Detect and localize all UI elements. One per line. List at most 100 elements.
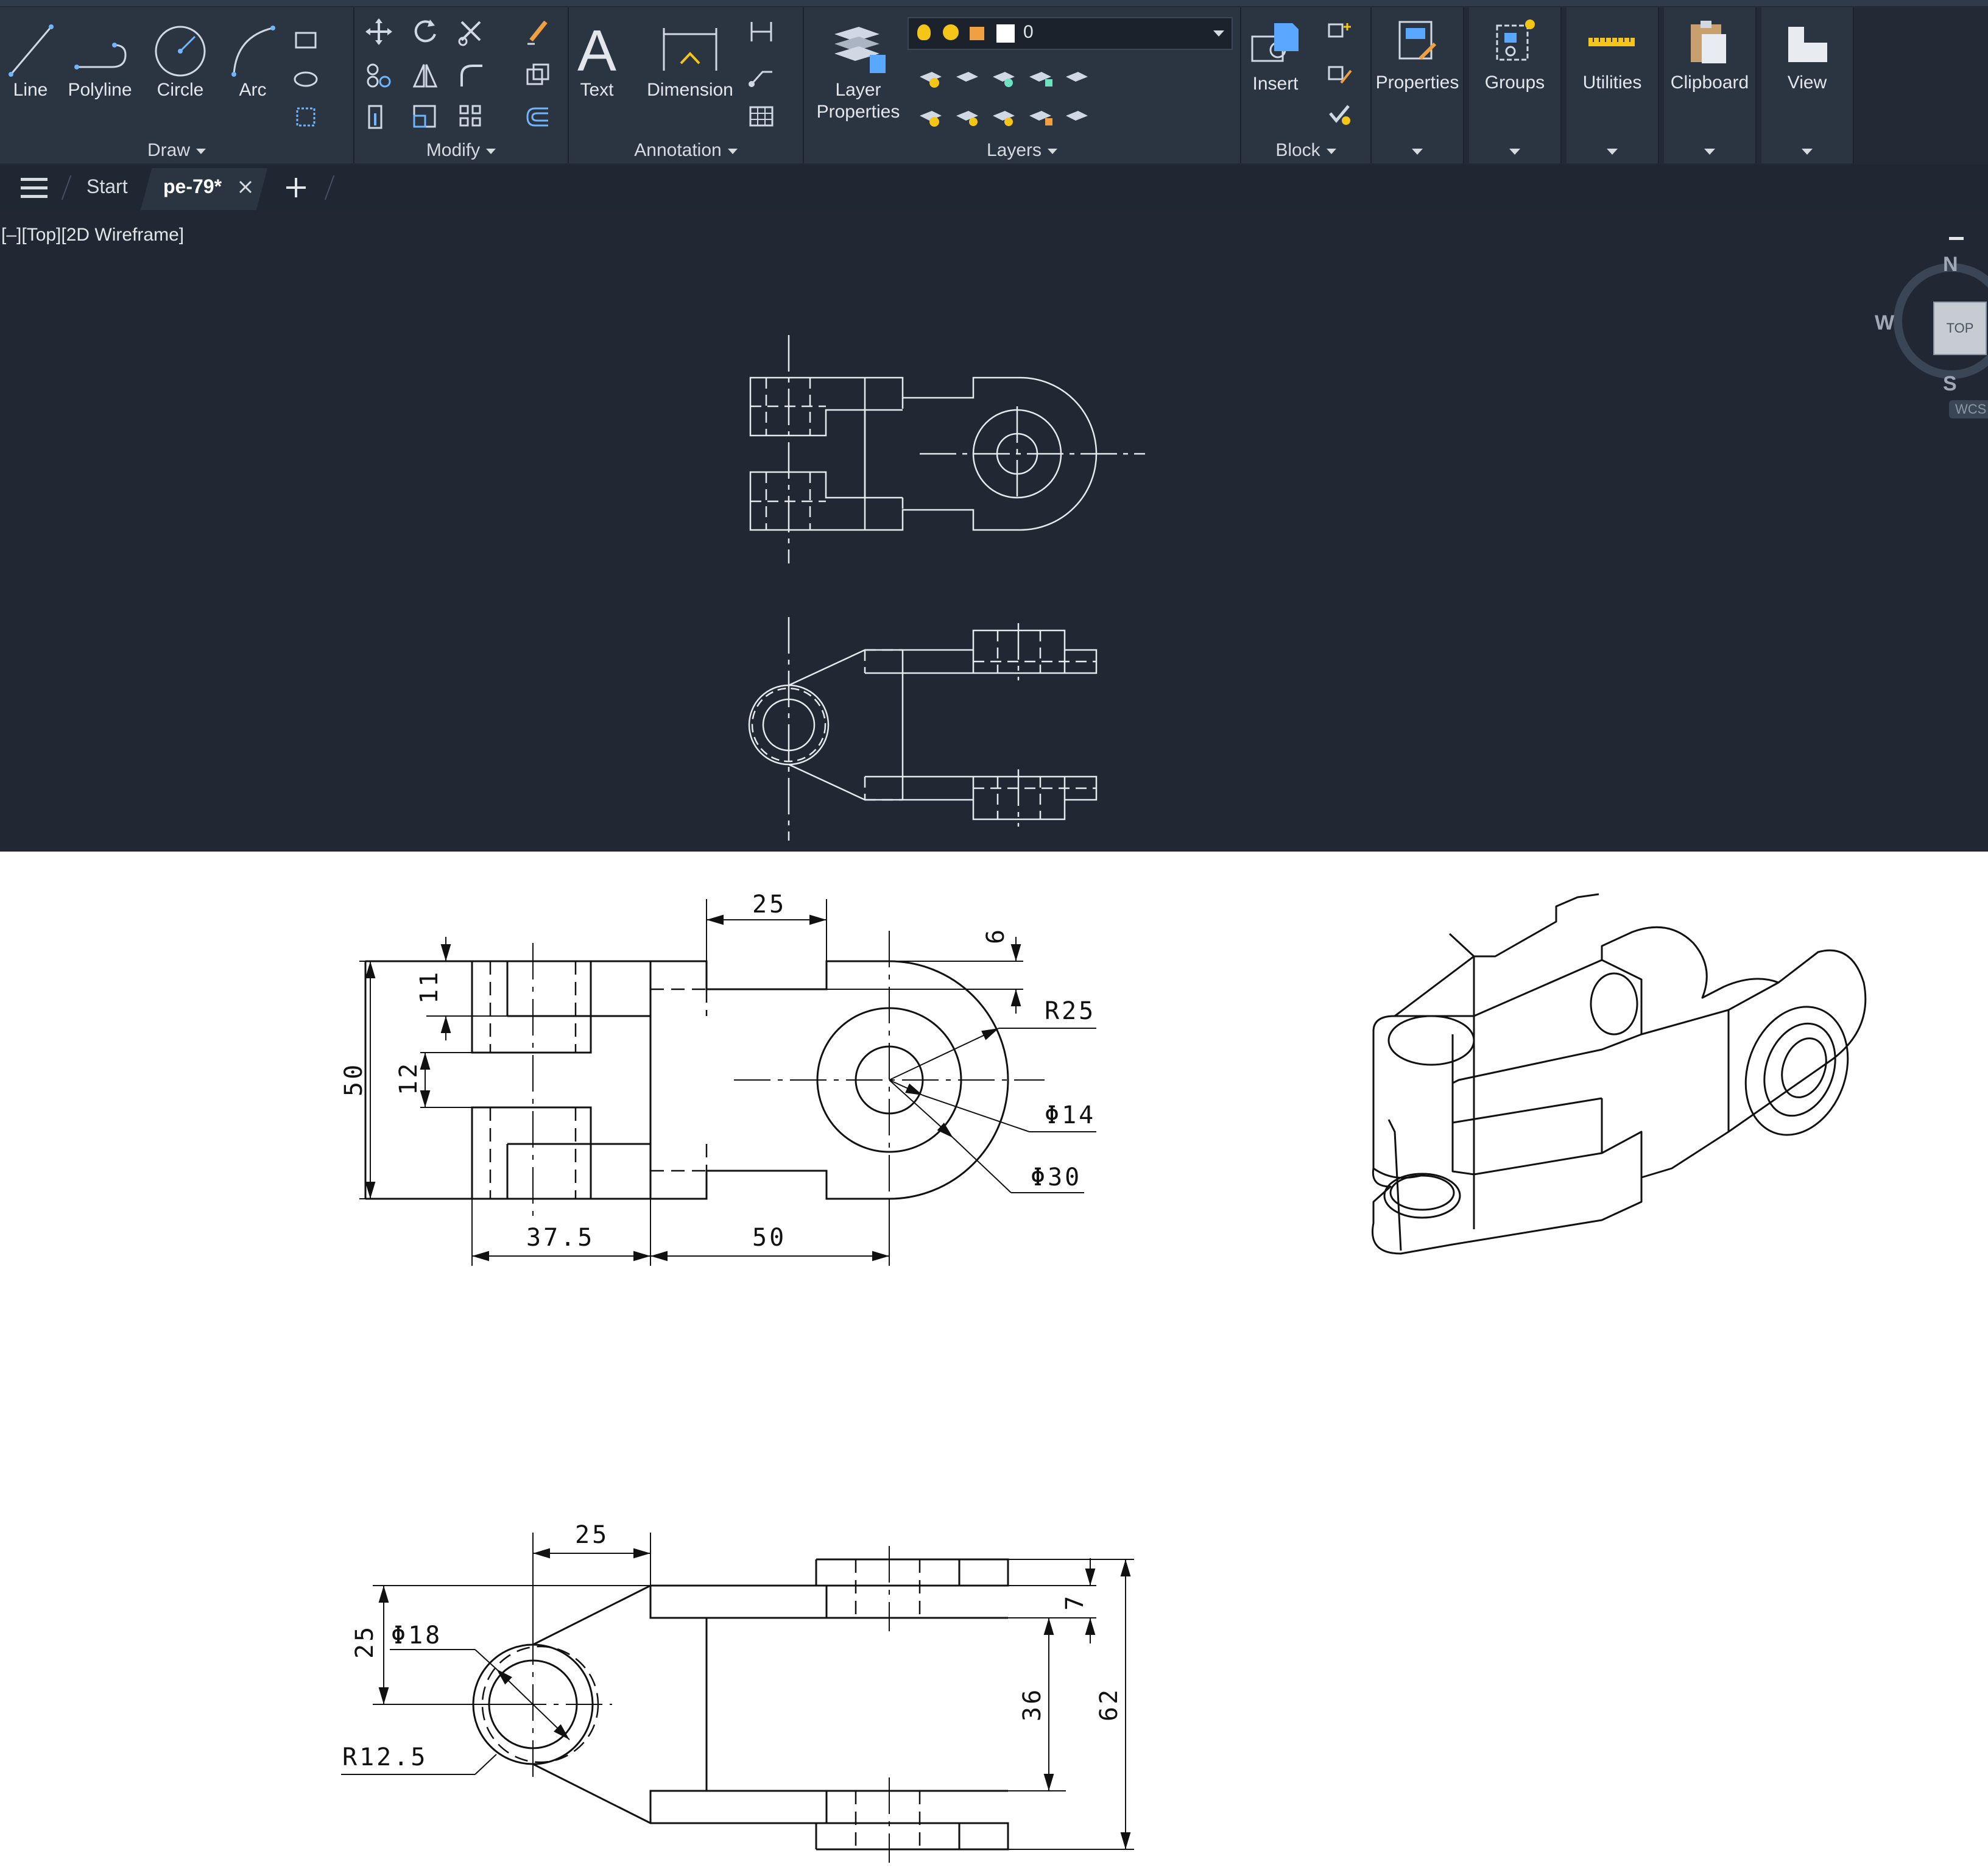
- cad-front-view: [748, 617, 1098, 841]
- circle-label: Circle: [157, 80, 204, 100]
- block-panel-title[interactable]: Block: [1241, 140, 1370, 161]
- layer-dropdown[interactable]: 0: [908, 17, 1233, 50]
- close-icon[interactable]: [236, 178, 255, 196]
- compass-west[interactable]: W: [1875, 311, 1894, 335]
- viewcube-top-label: TOP: [1946, 320, 1974, 336]
- stretch-icon[interactable]: [363, 101, 395, 133]
- modify-panel-title[interactable]: Modify: [354, 140, 568, 161]
- array-icon[interactable]: [456, 101, 487, 133]
- clipboard-tool[interactable]: Clipboard: [1664, 13, 1755, 94]
- scale-icon[interactable]: [409, 101, 441, 133]
- view-tool[interactable]: View: [1761, 13, 1853, 94]
- layer-tools-icons-2: [920, 111, 1088, 127]
- tab-start[interactable]: Start: [86, 175, 128, 198]
- dim-7: 7: [1061, 1593, 1089, 1611]
- ruler-icon: [1588, 38, 1635, 46]
- reference-drawing-area: 25 6 R25 11 12 50 Φ14 Φ30 37.5 50 25 25 …: [0, 852, 1988, 1864]
- linear-dimension-icon[interactable]: [745, 16, 777, 48]
- block-attributes-icon[interactable]: [1324, 99, 1356, 130]
- arc-label: Arc: [239, 80, 267, 100]
- modify-panel: Modify: [354, 7, 569, 163]
- layers-panel-title[interactable]: Layers: [804, 140, 1240, 161]
- dim-25-front-horizontal: 25: [575, 1521, 609, 1549]
- text-tool[interactable]: A Text: [573, 16, 621, 101]
- new-tab-plus-icon[interactable]: [284, 175, 308, 200]
- rectangle-icon[interactable]: [291, 24, 323, 56]
- move-icon[interactable]: [363, 16, 395, 48]
- layer-properties-tool[interactable]: Layer Properties: [812, 16, 904, 123]
- edit-block-icon[interactable]: [1324, 58, 1356, 90]
- explode-icon[interactable]: [523, 60, 554, 91]
- insert-tool[interactable]: Insert: [1244, 15, 1307, 95]
- view-label: View: [1787, 72, 1827, 93]
- hatch-icon[interactable]: [291, 101, 323, 133]
- draw-panel-title[interactable]: Draw: [0, 140, 353, 161]
- tab-drawing[interactable]: pe-79*: [163, 175, 222, 198]
- arc-icon: [231, 26, 275, 77]
- dimension-tool[interactable]: Dimension: [644, 16, 736, 101]
- groups-icon: [1496, 19, 1535, 61]
- layer-tools-icons-1: [920, 72, 1088, 88]
- insert-label: Insert: [1252, 74, 1299, 94]
- groups-label: Groups: [1484, 72, 1545, 93]
- erase-icon[interactable]: [523, 16, 554, 48]
- chevron-down-icon: [1607, 149, 1618, 155]
- leader-icon[interactable]: [745, 58, 777, 90]
- annotation-panel: A Text Dimension Annotation: [569, 7, 804, 163]
- drawing-viewport[interactable]: [–][Top][2D Wireframe] N W S TOP WCS: [0, 210, 1988, 852]
- viewcube-top-face[interactable]: TOP: [1933, 302, 1987, 355]
- sun-icon: [943, 24, 959, 40]
- dimension-label: Dimension: [647, 80, 733, 100]
- viewcube[interactable]: N W S TOP WCS: [1866, 253, 1988, 418]
- clipboard-panel[interactable]: Clipboard: [1664, 7, 1757, 163]
- rotate-icon[interactable]: [409, 16, 441, 48]
- ribbon: Line Polyline Circle Arc Draw Modify A T…: [0, 0, 1988, 164]
- chevron-down-icon: [1412, 149, 1423, 155]
- annotation-panel-title[interactable]: Annotation: [569, 140, 803, 161]
- groups-panel[interactable]: Groups: [1469, 7, 1562, 163]
- dim-6: 6: [982, 927, 1010, 944]
- compass-south[interactable]: S: [1943, 372, 1957, 396]
- dimension-icon: [663, 28, 717, 71]
- table-icon[interactable]: [745, 101, 777, 133]
- utilities-tool[interactable]: Utilities: [1567, 13, 1658, 94]
- arc-tool[interactable]: Arc: [225, 18, 280, 101]
- fillet-icon[interactable]: [456, 60, 487, 91]
- chevron-down-icon: [1048, 148, 1058, 154]
- polyline-label: Polyline: [68, 80, 132, 100]
- ellipse-icon[interactable]: [291, 63, 323, 95]
- dim-62: 62: [1095, 1687, 1123, 1721]
- mirror-icon[interactable]: [409, 60, 441, 91]
- reference-front-view: [341, 1533, 1134, 1863]
- offset-icon[interactable]: [523, 101, 554, 133]
- create-block-icon[interactable]: [1324, 16, 1356, 48]
- properties-panel[interactable]: Properties: [1372, 7, 1464, 163]
- reference-top-view-dims: 25 6 R25 11 12 50 Φ14 Φ30 37.5 50: [340, 891, 1093, 1252]
- copy-icon[interactable]: [363, 60, 395, 91]
- layer-properties-icon: [834, 27, 886, 73]
- hamburger-menu-icon[interactable]: [21, 178, 48, 199]
- text-icon: A: [577, 18, 616, 79]
- dim-11: 11: [415, 970, 443, 1004]
- dim-36: 36: [1018, 1687, 1046, 1721]
- properties-label: Properties: [1375, 72, 1459, 93]
- properties-tool[interactable]: Properties: [1372, 13, 1463, 94]
- chevron-down-icon: [196, 148, 206, 154]
- polyline-icon: [74, 43, 127, 69]
- file-tab-bar: Start pe-79*: [0, 164, 1988, 210]
- groups-tool[interactable]: Groups: [1469, 13, 1560, 94]
- trim-icon[interactable]: [456, 16, 487, 48]
- lock-icon: [970, 27, 984, 40]
- tab-separator: [324, 175, 335, 200]
- block-title-text: Block: [1275, 140, 1320, 160]
- circle-tool[interactable]: Circle: [144, 18, 217, 101]
- wcs-menu[interactable]: WCS: [1949, 400, 1988, 418]
- wcs-label: WCS: [1955, 401, 1987, 417]
- polyline-tool[interactable]: Polyline: [63, 18, 136, 101]
- utilities-panel[interactable]: Utilities: [1567, 7, 1659, 163]
- view-icon: [1788, 27, 1827, 62]
- layer-properties-label-2: Properties: [816, 102, 900, 122]
- compass-north[interactable]: N: [1943, 253, 1958, 277]
- line-tool[interactable]: Line: [6, 18, 55, 101]
- view-panel[interactable]: View: [1761, 7, 1854, 163]
